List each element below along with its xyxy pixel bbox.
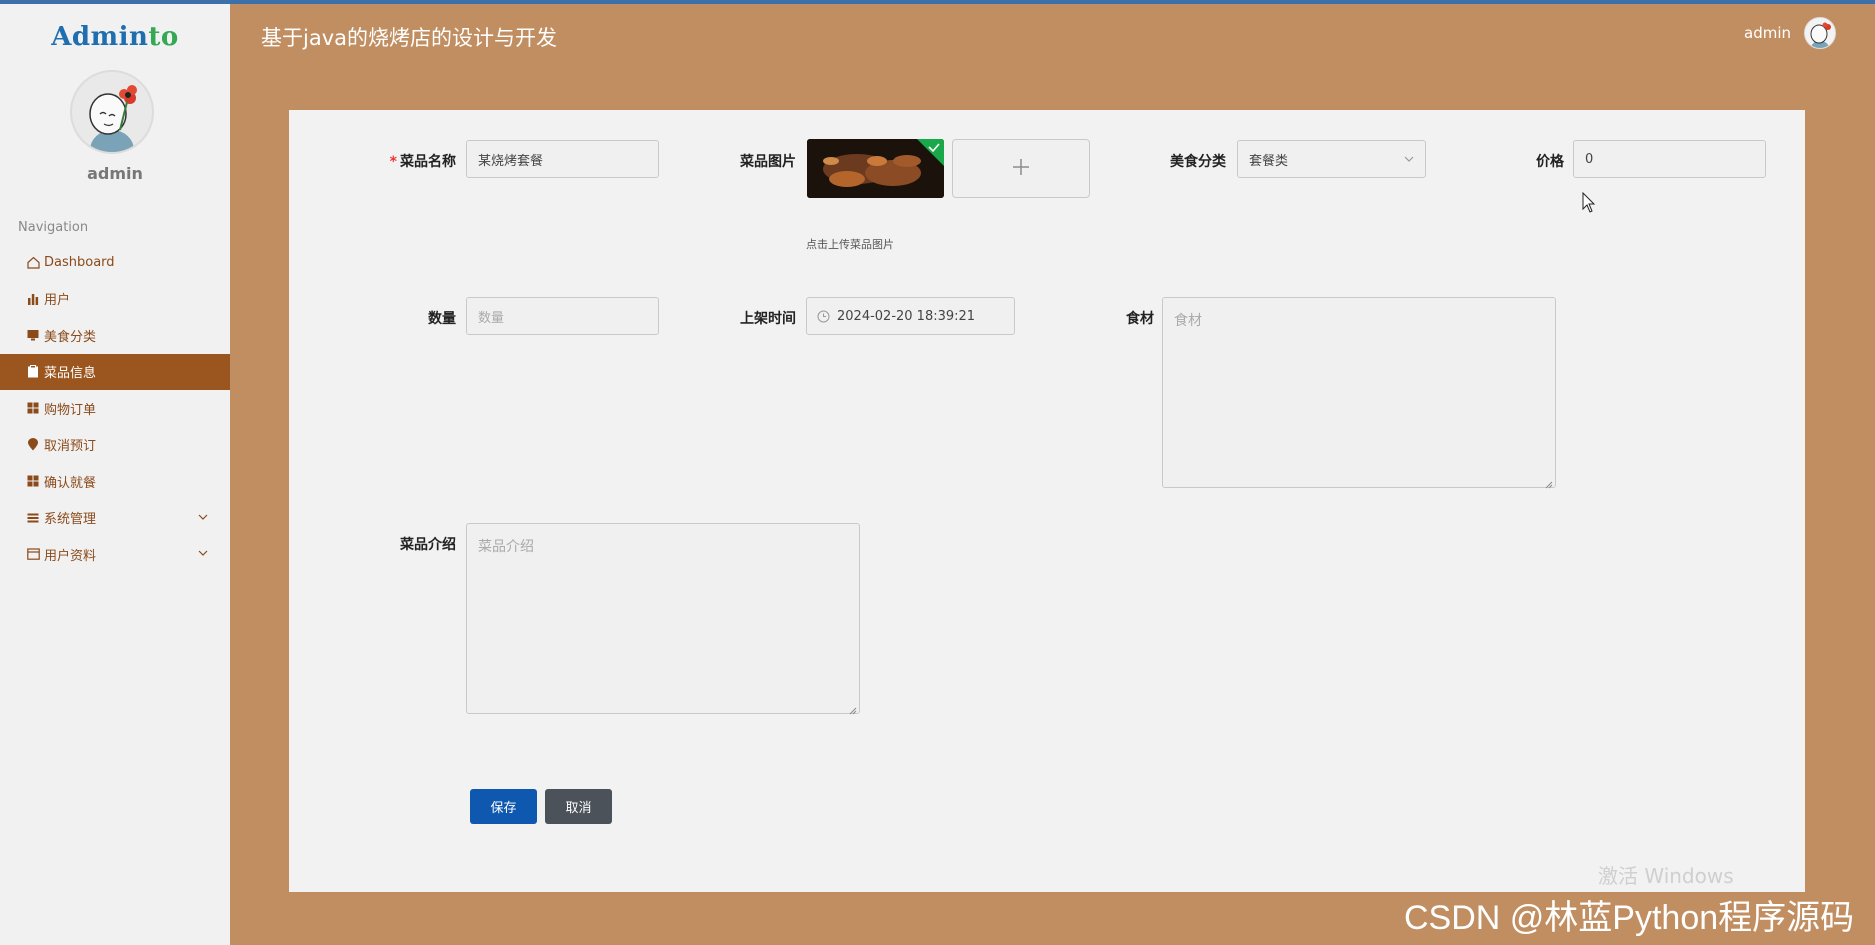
image-label: 菜品图片 <box>740 154 796 170</box>
clipboard-icon <box>26 365 40 379</box>
grid-icon <box>26 401 40 415</box>
header-username[interactable]: admin <box>1744 24 1791 42</box>
price-input[interactable]: 0 <box>1573 140 1766 178</box>
sidebar-item-label: 取消预订 <box>44 439 97 455</box>
csdn-watermark: CSDN @林蓝Python程序源码 <box>1404 899 1855 937</box>
sidebar-item-confirm-dining[interactable]: 确认就餐 <box>0 463 230 500</box>
top-border <box>0 0 1875 4</box>
bar-chart-icon <box>26 292 40 306</box>
intro-textarea[interactable]: 菜品介绍 <box>466 523 860 715</box>
image-upload-button[interactable] <box>952 139 1090 198</box>
avatar[interactable] <box>70 70 154 154</box>
image-upload-hint: 点击上传菜品图片 <box>806 238 894 251</box>
sidebar-item-cancel-booking[interactable]: 取消预订 <box>0 427 230 464</box>
cancel-button[interactable]: 取消 <box>545 789 612 824</box>
sidebar-nav: Dashboard 用户 美食分类 菜品信息 购物订单 取消预订 确认就餐 系统… <box>0 244 230 573</box>
intro-placeholder: 菜品介绍 <box>478 539 534 555</box>
sidebar-username: admin <box>87 164 143 183</box>
windows-activation-watermark: 激活 Windows <box>1598 864 1734 888</box>
quantity-label: 数量 <box>428 311 456 327</box>
resize-handle-icon[interactable] <box>1545 477 1553 489</box>
app-logo[interactable]: Adminto <box>0 22 230 52</box>
sidebar-item-label: 美食分类 <box>44 329 97 345</box>
sidebar-item-label: Dashboard <box>44 254 115 270</box>
sidebar-item-label: 确认就餐 <box>44 475 97 491</box>
listing-time-value: 2024-02-20 18:39:21 <box>837 308 976 324</box>
save-button[interactable]: 保存 <box>470 789 537 824</box>
chevron-down-icon[interactable] <box>196 546 210 560</box>
sidebar: Adminto admin Navigation Dashboard 用户 美食… <box>0 4 230 945</box>
calendar-icon <box>26 547 40 561</box>
name-label-text: 菜品名称 <box>400 154 456 170</box>
sidebar-item-label: 用户资料 <box>44 548 97 564</box>
quantity-input[interactable]: 数量 <box>466 297 659 335</box>
plus-icon <box>1010 156 1032 182</box>
dish-image-thumbnail[interactable] <box>807 139 944 198</box>
sidebar-item-dashboard[interactable]: Dashboard <box>0 244 230 281</box>
sidebar-item-orders[interactable]: 购物订单 <box>0 390 230 427</box>
list-icon <box>26 511 40 525</box>
category-selected-value: 套餐类 <box>1249 153 1289 169</box>
sidebar-item-dish-info[interactable]: 菜品信息 <box>0 353 230 390</box>
name-label: * 菜品名称 <box>380 151 456 171</box>
logo-text: Admin <box>51 22 149 52</box>
page-title: 基于java的烧烤店的设计与开发 <box>261 26 557 50</box>
nav-section-title: Navigation <box>18 220 89 235</box>
listing-time-picker[interactable]: 2024-02-20 18:39:21 <box>806 297 1015 335</box>
sidebar-item-label: 购物订单 <box>44 402 97 418</box>
monitor-icon <box>26 328 40 342</box>
sidebar-item-user-profile[interactable]: 用户资料 <box>0 536 230 573</box>
pin-icon <box>26 438 40 452</box>
chevron-down-icon <box>1403 153 1415 169</box>
category-label: 美食分类 <box>1170 154 1226 170</box>
sidebar-item-label: 系统管理 <box>44 512 97 528</box>
intro-label: 菜品介绍 <box>400 537 456 553</box>
ingredients-textarea[interactable]: 食材 <box>1162 297 1556 489</box>
category-select[interactable]: 套餐类 <box>1237 140 1426 178</box>
sidebar-item-label: 菜品信息 <box>44 366 97 382</box>
dish-form-card <box>289 110 1805 892</box>
listing-time-label: 上架时间 <box>740 311 796 327</box>
sidebar-item-label: 用户 <box>44 293 71 309</box>
grid-icon <box>26 474 40 488</box>
resize-handle-icon[interactable] <box>849 703 857 715</box>
price-label: 价格 <box>1536 154 1564 170</box>
home-icon <box>26 255 40 269</box>
sidebar-item-system-management[interactable]: 系统管理 <box>0 500 230 537</box>
required-marker: * <box>389 154 397 170</box>
sidebar-item-food-category[interactable]: 美食分类 <box>0 317 230 354</box>
mouse-cursor-icon <box>1582 191 1596 214</box>
ingredients-label: 食材 <box>1126 311 1154 327</box>
header-avatar[interactable] <box>1804 17 1836 49</box>
dish-name-input[interactable]: 某烧烤套餐 <box>466 140 659 178</box>
chevron-down-icon[interactable] <box>196 510 210 524</box>
ingredients-placeholder: 食材 <box>1174 313 1202 329</box>
clock-icon <box>817 310 830 323</box>
sidebar-item-users[interactable]: 用户 <box>0 281 230 318</box>
logo-accent: to <box>148 22 179 52</box>
